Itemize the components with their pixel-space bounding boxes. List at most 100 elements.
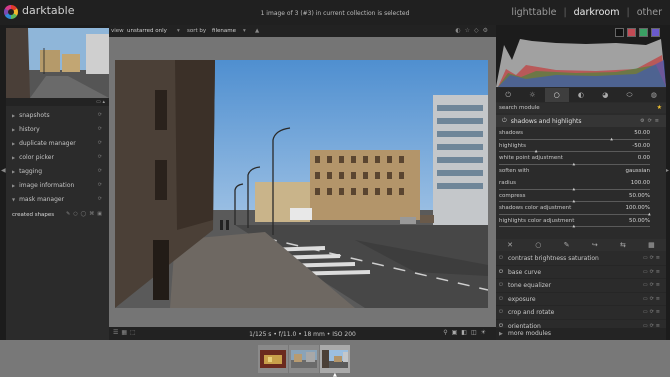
group-active-icon[interactable]: ⏻	[496, 88, 520, 102]
slider-handle[interactable]: ▲	[535, 149, 538, 153]
view-filter-select[interactable]: unstarred only	[127, 28, 167, 34]
group-effect-icon[interactable]: ◍	[642, 88, 666, 102]
module-tagging[interactable]: ▶ tagging ⟳	[6, 164, 109, 178]
view-other[interactable]: other	[637, 7, 662, 18]
blend-raster-mask-icon[interactable]: ▦	[648, 241, 655, 249]
navigator-thumbnail[interactable]	[6, 28, 109, 98]
blue-channel-toggle[interactable]	[651, 28, 660, 37]
expand-icon: ▶	[12, 168, 16, 174]
filter-bar: view unstarred only ▾ sort by filename ▾…	[109, 25, 496, 37]
sort-order-icon[interactable]: ▲	[255, 28, 259, 34]
slider-handle[interactable]: ▲	[573, 187, 576, 191]
module-exposure[interactable]: ⏻ exposure ▭⟳≡	[496, 293, 666, 307]
histogram[interactable]	[496, 25, 666, 87]
param-select[interactable]: gaussian	[626, 168, 650, 174]
histogram-mode-icon[interactable]	[615, 28, 624, 37]
module-image-information[interactable]: ▶ image information ⟳	[6, 178, 109, 192]
reset-icon[interactable]: ⟳	[98, 182, 102, 188]
module-icons[interactable]: ▭⟳≡	[643, 279, 662, 293]
module-color-picker[interactable]: ▶ color picker ⟳	[6, 150, 109, 164]
module-crop-and-rotate[interactable]: ⏻ crop and rotate ▭⟳≡	[496, 306, 666, 320]
reset-icon[interactable]: ⟳	[98, 140, 102, 146]
module-icons[interactable]: ▭⟳≡	[643, 306, 662, 320]
param-white-point[interactable]: white point adjustment 0.00 ▲	[496, 154, 666, 167]
created-shapes-label: created shapes	[12, 212, 55, 218]
module-icons[interactable]: ▭⟳≡	[643, 252, 662, 266]
slider-handle[interactable]: ▲	[648, 212, 651, 216]
more-modules-row[interactable]: ▶ more modules	[496, 328, 666, 340]
module-history[interactable]: ▶ history ⟳	[6, 122, 109, 136]
param-highlights[interactable]: highlights -50.00 ▲	[496, 142, 666, 155]
thumbnail-image	[322, 350, 348, 368]
module-snapshots[interactable]: ▶ snapshots ⟳	[6, 108, 109, 122]
blend-modes-bar: ✕ ○ ✎ ↪ ⇆ ▦	[496, 239, 666, 251]
module-base-curve[interactable]: ⏻ base curve ▭⟳≡	[496, 266, 666, 280]
power-icon[interactable]: ⏻	[502, 117, 507, 125]
chevron-down-icon[interactable]: ▾	[243, 28, 246, 34]
module-header-shadows-highlights[interactable]: ⏻ shadows and highlights ⚙⟳≡	[496, 115, 666, 127]
slider-handle[interactable]: ▲	[573, 162, 576, 166]
module-icons[interactable]: ▭⟳≡	[643, 293, 662, 307]
slider-track[interactable]	[499, 138, 650, 140]
param-highlights-color[interactable]: highlights color adjustment 50.00% ▲	[496, 217, 666, 230]
param-soften-with[interactable]: soften with gaussian	[496, 167, 666, 180]
param-value: 50.00	[634, 130, 650, 136]
blend-uniform-icon[interactable]: ○	[535, 241, 541, 249]
slider-handle[interactable]: ▲	[610, 137, 613, 141]
power-icon[interactable]: ⏻	[499, 266, 503, 280]
slider-track[interactable]	[499, 213, 650, 215]
group-favorites-icon[interactable]: ☼	[520, 88, 544, 102]
chevron-down-icon[interactable]: ▾	[177, 28, 180, 34]
slider-handle[interactable]: ▲	[573, 224, 576, 228]
reset-icon[interactable]: ⟳	[98, 154, 102, 160]
power-icon[interactable]: ⏻	[499, 306, 503, 320]
shape-tools[interactable]: ✎○◯⌘▣	[66, 211, 105, 217]
filmstrip-thumbnail-2[interactable]	[289, 345, 319, 373]
module-search-input[interactable]: search module ★	[496, 103, 666, 113]
histogram-controls	[615, 28, 660, 37]
reset-icon[interactable]: ⟳	[98, 168, 102, 174]
image-canvas[interactable]	[109, 37, 496, 327]
view-lighttable[interactable]: lighttable	[511, 7, 556, 18]
group-tone-icon[interactable]: ◐	[569, 88, 593, 102]
param-compress[interactable]: compress 50.00% ▲	[496, 192, 666, 205]
module-contrast-brightness-saturation[interactable]: ⏻ contrast brightness saturation ▭⟳≡	[496, 252, 666, 266]
param-shadows-color[interactable]: shadows color adjustment 100.00% ▲	[496, 204, 666, 217]
power-icon[interactable]: ⏻	[499, 293, 503, 307]
module-tone-equalizer[interactable]: ⏻ tone equalizer ▭⟳≡	[496, 279, 666, 293]
module-label: tagging	[19, 167, 43, 175]
bottom-right-icons[interactable]: ⚲▣◧◫☀	[443, 329, 490, 336]
blend-parametric-mask-icon[interactable]: ↪	[592, 241, 598, 249]
module-icons[interactable]: ▭⟳≡	[643, 266, 662, 280]
sort-select[interactable]: filename	[212, 28, 236, 34]
filmstrip-thumbnail-3[interactable]	[320, 345, 350, 373]
module-header-icons[interactable]: ⚙⟳≡	[640, 118, 662, 124]
red-channel-toggle[interactable]	[627, 28, 636, 37]
module-stack: ⏻ contrast brightness saturation ▭⟳≡ ⏻ base…	[496, 252, 666, 334]
power-icon[interactable]: ⏻	[499, 279, 503, 293]
group-color-icon[interactable]: ◕	[593, 88, 617, 102]
view-darkroom[interactable]: darkroom	[574, 7, 620, 18]
reset-icon[interactable]: ⟳	[98, 196, 102, 202]
group-correct-icon[interactable]: ⬭	[617, 88, 641, 102]
reset-icon[interactable]: ⟳	[98, 126, 102, 132]
green-channel-toggle[interactable]	[639, 28, 648, 37]
param-radius[interactable]: radius 100.00 ▲	[496, 179, 666, 192]
blend-off-icon[interactable]: ✕	[507, 241, 513, 249]
module-mask-manager[interactable]: ▼ mask manager ⟳	[6, 192, 109, 206]
collapse-left-panel-icon[interactable]: ◀	[1, 167, 6, 174]
module-duplicate-manager[interactable]: ▶ duplicate manager ⟳	[6, 136, 109, 150]
group-basic-icon[interactable]: ○	[544, 88, 569, 102]
top-right-icons[interactable]: ◐☆◇⚙	[455, 27, 492, 34]
reset-icon[interactable]: ⟳	[98, 112, 102, 118]
slider-track[interactable]	[499, 151, 650, 152]
navigator-options-icon[interactable]: ▭ ▴	[96, 99, 105, 105]
blend-combined-mask-icon[interactable]: ⇆	[620, 241, 626, 249]
slider-handle[interactable]: ▲	[573, 199, 576, 203]
view-switcher: lighttable | darkroom | other	[511, 7, 662, 18]
blend-drawn-mask-icon[interactable]: ✎	[564, 241, 570, 249]
filmstrip-thumbnail-1[interactable]	[258, 345, 288, 373]
param-shadows[interactable]: shadows 50.00 ▲	[496, 129, 666, 142]
power-icon[interactable]: ⏻	[499, 252, 503, 266]
presets-star-icon[interactable]: ★	[657, 103, 662, 113]
